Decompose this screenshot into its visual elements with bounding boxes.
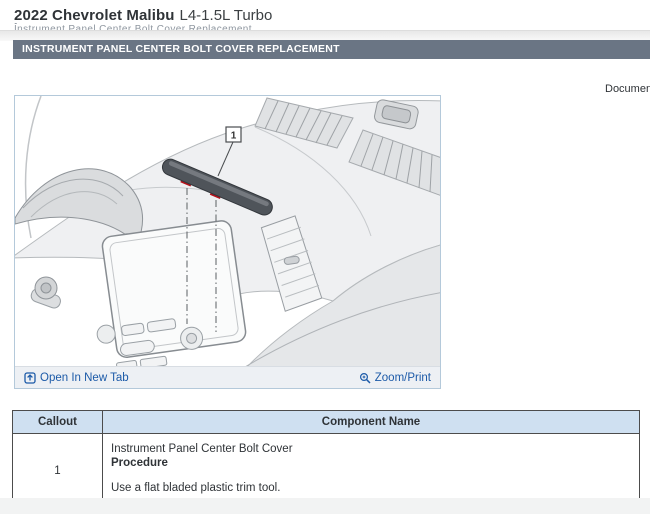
page-bottom-strip <box>0 498 650 514</box>
dashboard-illustration: 1 <box>15 96 440 366</box>
component-table: Callout Component Name 1 Instrument Pane… <box>12 410 640 509</box>
engine-subtitle: L4-1.5L Turbo <box>179 7 273 24</box>
figure-panel: 1 Open In New Tab Zoom/Print <box>14 95 441 389</box>
vehicle-title: 2022 Chevrolet Malibu <box>14 7 175 24</box>
column-stalk <box>30 276 61 309</box>
callout-number: 1 <box>231 131 237 142</box>
open-in-new-tab-icon <box>24 371 36 384</box>
section-title: INSTRUMENT PANEL CENTER BOLT COVER REPLA… <box>22 43 340 55</box>
section-header-bar: INSTRUMENT PANEL CENTER BOLT COVER REPLA… <box>13 40 650 59</box>
zoom-print-link[interactable]: Zoom/Print <box>359 372 431 384</box>
figure-toolbar: Open In New Tab Zoom/Print <box>15 366 440 388</box>
magnifier-plus-icon <box>359 372 371 384</box>
document-label: Document <box>605 83 650 95</box>
table-header-row: Callout Component Name <box>12 410 640 434</box>
col-header-component-name: Component Name <box>102 410 640 434</box>
procedure-label: Procedure <box>111 457 168 470</box>
center-display <box>101 220 247 358</box>
component-cell: Instrument Panel Center Bolt Cover Proce… <box>102 432 640 509</box>
table-row: 1 Instrument Panel Center Bolt Cover Pro… <box>12 432 640 509</box>
service-document-page: 2022 Chevrolet Malibu L4-1.5L Turbo • Ins… <box>0 0 650 514</box>
component-name: Instrument Panel Center Bolt Cover <box>111 443 293 455</box>
procedure-note: Use a flat bladed plastic trim tool. <box>111 481 281 494</box>
col-header-callout: Callout <box>12 410 103 434</box>
open-in-new-tab-link[interactable]: Open In New Tab <box>24 372 129 384</box>
callout-cell: 1 <box>12 432 103 509</box>
